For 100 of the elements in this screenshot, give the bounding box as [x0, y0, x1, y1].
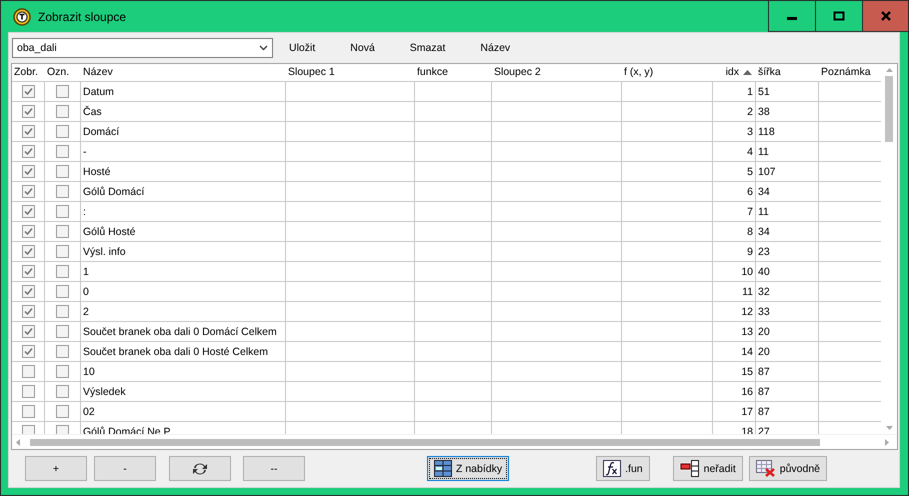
show-checkbox[interactable] [22, 345, 34, 358]
mark-checkbox[interactable] [56, 385, 69, 398]
table-delete-icon [756, 460, 776, 477]
table-icon [434, 460, 452, 477]
table-cell-text: 12 [740, 304, 754, 320]
action-button[interactable]: -- [243, 456, 305, 481]
table-cell-text: 51 [757, 84, 771, 100]
mark-checkbox[interactable] [56, 125, 69, 138]
table-cell-text: 1 [746, 84, 754, 100]
table-cell-text: 20 [757, 344, 771, 360]
mark-checkbox[interactable] [56, 265, 69, 278]
table-cell-text: 11 [757, 144, 770, 160]
table-cell-text: 32 [757, 284, 771, 300]
mark-checkbox[interactable] [56, 165, 69, 178]
mark-checkbox[interactable] [56, 285, 69, 298]
mark-checkbox[interactable] [56, 325, 69, 338]
maximize-icon [833, 11, 845, 21]
horizontal-scrollbar[interactable] [12, 434, 897, 449]
toolbar-button[interactable]: Uložit [277, 42, 328, 54]
column-header[interactable]: Sloupec 1 [286, 64, 415, 81]
mark-checkbox[interactable] [56, 245, 69, 258]
refresh-button[interactable] [169, 456, 231, 481]
toolbar-button[interactable]: Název [468, 42, 522, 54]
show-checkbox[interactable] [22, 245, 34, 258]
column-bar-icon [680, 460, 700, 477]
mark-checkbox[interactable] [56, 405, 69, 418]
column-header[interactable]: funkce [415, 64, 492, 81]
close-button[interactable] [863, 1, 908, 31]
table-cell-text: 10 [740, 264, 754, 280]
table-cell-text: 2 [746, 104, 754, 120]
table-cell-text: - [82, 144, 88, 160]
column-header[interactable]: Ozn. [45, 64, 81, 81]
table-cell-text: 16 [740, 384, 754, 400]
action-button[interactable]: + [25, 456, 87, 481]
show-checkbox[interactable] [22, 145, 34, 158]
show-checkbox[interactable] [22, 205, 34, 218]
table-cell-text: 13 [740, 324, 754, 340]
table-cell-text: 38 [757, 104, 771, 120]
action-button[interactable]: - [94, 456, 156, 481]
table-cell-text: 20 [757, 324, 771, 340]
show-checkbox[interactable] [22, 385, 34, 398]
table-cell-text: Čas [82, 104, 103, 120]
mark-checkbox[interactable] [56, 105, 69, 118]
sort-ascending-icon [743, 70, 752, 75]
show-checkbox[interactable] [22, 105, 34, 118]
table-cell-text: 1 [82, 264, 90, 280]
menu-button[interactable]: Z nabídky [427, 456, 510, 481]
preset-dropdown[interactable]: oba_dali [12, 38, 273, 58]
mark-checkbox[interactable] [56, 305, 69, 318]
window-title: Zobrazit sloupce [38, 10, 126, 24]
table-cell-text: 7 [746, 204, 754, 220]
scroll-up-icon[interactable] [886, 68, 892, 72]
table-cell-text: Gólů Hosté [82, 224, 137, 240]
column-header[interactable]: šířka [756, 64, 819, 81]
function-button[interactable]: .fun [596, 456, 650, 481]
column-header[interactable]: f (x, y) [622, 64, 713, 81]
show-checkbox[interactable] [22, 125, 34, 138]
column-header[interactable]: Sloupec 2 [492, 64, 622, 81]
function-icon [603, 460, 622, 477]
show-checkbox[interactable] [22, 85, 34, 98]
table-cell-text: 2 [82, 304, 90, 320]
table-cell-text: Domácí [82, 124, 120, 140]
show-checkbox[interactable] [22, 285, 34, 298]
unsort-button[interactable]: neřadit [672, 456, 743, 481]
show-checkbox[interactable] [22, 365, 34, 378]
table-cell-text: 34 [757, 184, 771, 200]
table-cell-text: 11 [741, 284, 754, 300]
mark-checkbox[interactable] [56, 345, 69, 358]
show-checkbox[interactable] [22, 225, 34, 238]
scroll-left-icon[interactable] [16, 438, 20, 446]
show-checkbox[interactable] [22, 305, 34, 318]
toolbar-button[interactable]: Smazat [398, 42, 458, 54]
table-cell-text: 14 [740, 344, 754, 360]
table-cell-text: 02 [82, 404, 96, 420]
scroll-thumb[interactable] [885, 76, 893, 142]
mark-checkbox[interactable] [56, 205, 69, 218]
chevron-down-icon [259, 44, 268, 50]
toolbar-button[interactable]: Nová [338, 42, 387, 54]
table-cell-text: 17 [740, 404, 754, 420]
scroll-down-icon[interactable] [886, 426, 892, 430]
mark-checkbox[interactable] [56, 85, 69, 98]
show-checkbox[interactable] [22, 185, 34, 198]
show-checkbox[interactable] [22, 405, 34, 418]
scroll-thumb[interactable] [30, 438, 820, 446]
show-checkbox[interactable] [22, 165, 34, 178]
scroll-right-icon[interactable] [885, 438, 889, 446]
reset-button[interactable]: původně [748, 456, 828, 481]
table-cell-text: 15 [740, 364, 754, 380]
refresh-icon [191, 462, 209, 476]
column-header[interactable]: Název [81, 64, 286, 81]
mark-checkbox[interactable] [56, 145, 69, 158]
table-cell-text: : [82, 204, 87, 220]
show-checkbox[interactable] [22, 265, 34, 278]
mark-checkbox[interactable] [56, 365, 69, 378]
show-checkbox[interactable] [22, 325, 34, 338]
column-header[interactable]: Zobr. [12, 64, 45, 81]
mark-checkbox[interactable] [56, 225, 69, 238]
mark-checkbox[interactable] [56, 185, 69, 198]
table-cell-text: 40 [757, 264, 771, 280]
table-cell-text: 6 [746, 184, 754, 200]
